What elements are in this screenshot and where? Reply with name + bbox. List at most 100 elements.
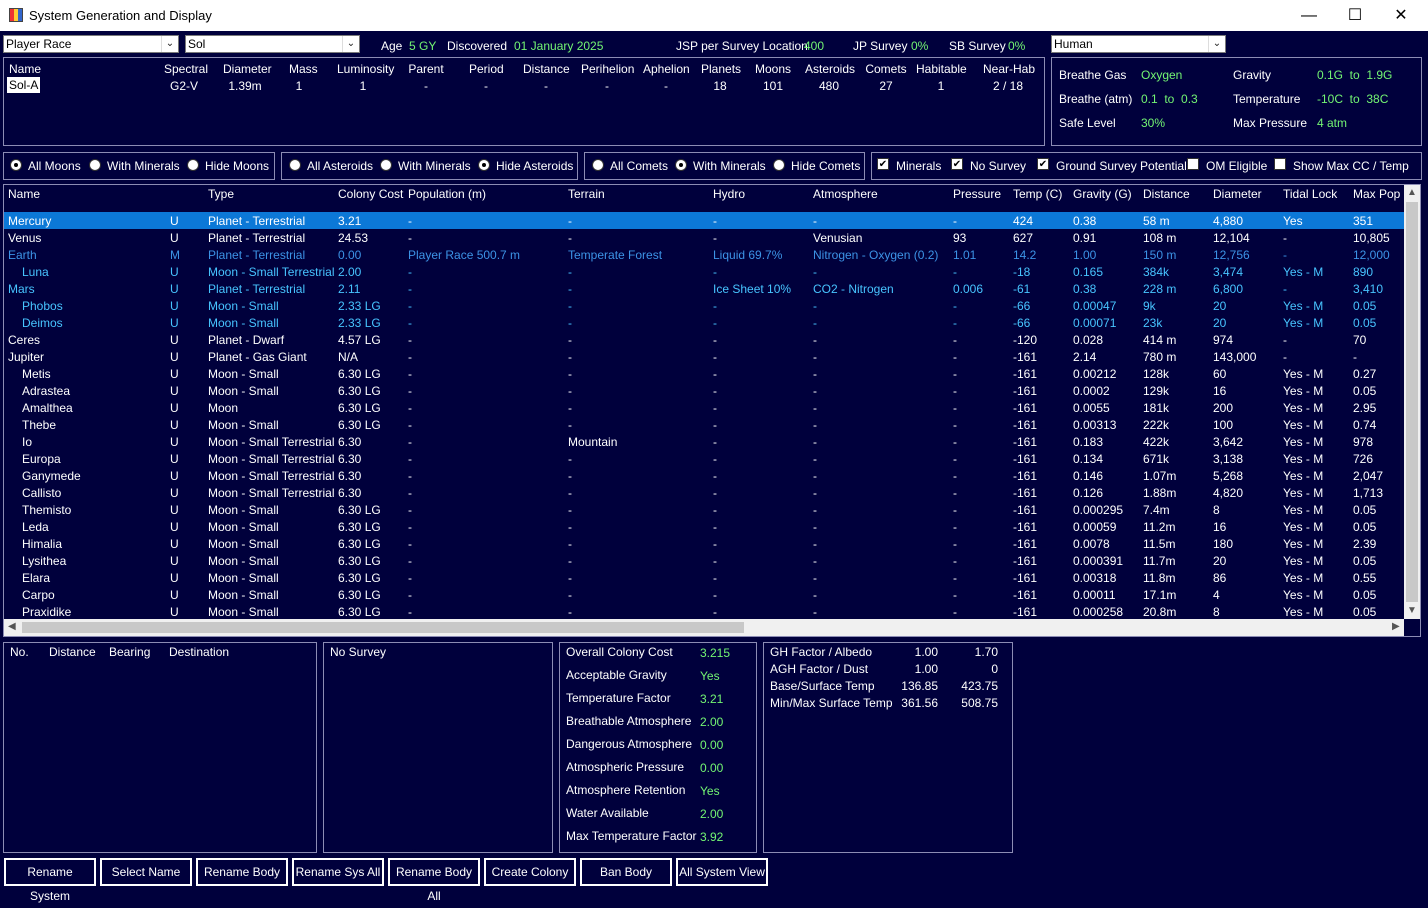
table-cell: - [813,435,817,449]
table-cell: 12,000 [1353,248,1390,262]
comets-filter-radio-2[interactable] [773,159,785,171]
moons-filter-radio-2[interactable] [187,159,199,171]
table-row[interactable]: Deimos U Moon - Small 2.33 LG - - - - - -66 0.0007… [4,314,1404,331]
table-row[interactable]: Elara U Moon - Small 6.30 LG - - - - - -161 0.0031… [4,569,1404,586]
minimize-button[interactable]: — [1286,0,1332,31]
table-row[interactable]: Venus U Planet - Terrestrial 24.53 - - - Venusi… [4,229,1404,246]
table-row[interactable]: Mars U Planet - Terrestrial 2.11 - - Ice Sheet… [4,280,1404,297]
table-cell: 384k [1143,265,1170,279]
table-row[interactable]: Europa U Moon - Small Terrestrial 6.30 - - - - -… [4,450,1404,467]
table-cell: - [813,299,817,313]
table-column-header[interactable]: Atmosphere [813,187,878,201]
close-button[interactable]: ✕ [1378,0,1424,31]
table-cell: 150 m [1143,248,1177,262]
table-column-header[interactable]: Colony Cost [338,187,403,201]
ban-body-button[interactable]: Ban Body [580,858,672,886]
comets-filter-radio-1[interactable] [675,159,687,171]
chevron-left-icon[interactable]: ◀ [8,621,16,632]
moons-filter-radio-0[interactable] [10,159,22,171]
table-row[interactable]: Lysithea U Moon - Small 6.30 LG - - - - - -161 0.0… [4,552,1404,569]
table-row[interactable]: Ceres U Planet - Dwarf 4.57 LG - - - - - -120 0.02… [4,331,1404,348]
breathe-gas-value: Oxygen [1141,68,1183,82]
filter-checkbox-1[interactable]: ✔ [951,158,963,170]
asteroids-filter-radio-0[interactable] [289,159,301,171]
filter-checkbox-3[interactable] [1187,158,1199,170]
table-row[interactable]: Callisto U Moon - Small Terrestrial 6.30 - - -… [4,484,1404,501]
table-cell: Temperate Forest [568,248,663,262]
table-row[interactable]: Carpo U Moon - Small 6.30 LG - - - - - -161 0.0001… [4,586,1404,603]
vertical-scrollbar[interactable]: ▲ ▼ [1404,185,1420,619]
table-column-header[interactable]: Terrain [568,187,605,201]
chevron-down-icon[interactable]: ▼ [1407,605,1417,616]
horizontal-scrollbar[interactable]: ◀ ▶ [4,619,1404,636]
comets-filter-radio-0[interactable] [592,159,604,171]
asteroids-filter-radio-1[interactable] [380,159,392,171]
all-system-view-button[interactable]: All System View [676,858,768,886]
filter-checkbox-label-2: Ground Survey Potential [1056,159,1187,173]
table-cell: - [1283,333,1287,347]
asteroids-filter-radio-2[interactable] [478,159,490,171]
rename-body-all-button[interactable]: Rename Body All [388,858,480,903]
table-column-header[interactable]: Type [208,187,234,201]
maximize-button[interactable]: ☐ [1332,0,1378,31]
table-column-header[interactable]: Name [8,187,40,201]
create-colony-button[interactable]: Create Colony [484,858,576,886]
star-info-panel: Name Spectral Diameter Mass Luminosity Parent… [3,57,1045,146]
filter-checkbox-0[interactable]: ✔ [877,158,889,170]
table-row[interactable]: Jupiter U Planet - Gas Giant N/A - - - - - -161 2.… [4,348,1404,365]
system-bodies-table[interactable]: Name Type Colony Cost Population (m) Terrain… [3,184,1421,637]
star-col-value: - [605,79,609,93]
select-name-button[interactable]: Select Name [100,858,192,886]
table-row[interactable]: Adrastea U Moon - Small 6.30 LG - - - - - -161 0.0… [4,382,1404,399]
table-row[interactable]: Himalia U Moon - Small 6.30 LG - - - - - -161 0.00… [4,535,1404,552]
table-cell: -161 [1013,350,1038,364]
table-cell: 0.00313 [1073,418,1117,432]
table-column-header[interactable]: Diameter [1213,187,1262,201]
chevron-up-icon[interactable]: ▲ [1407,187,1417,198]
table-row[interactable]: Mercury U Planet - Terrestrial 3.21 - - - - - 424… [4,212,1404,229]
table-column-header[interactable]: Pressure [953,187,1001,201]
rename-system-button[interactable]: Rename System [4,858,96,903]
table-column-header[interactable]: Distance [1143,187,1190,201]
table-column-header[interactable]: Max Pop [1353,187,1400,201]
table-column-header[interactable]: Population (m) [408,187,486,201]
table-row[interactable]: Luna U Moon - Small Terrestrial 2.00 - - - - - -1… [4,263,1404,280]
table-row[interactable]: Amalthea U Moon 6.30 LG - - - - - -161 0.0055 181k 2… [4,399,1404,416]
table-row[interactable]: Phobos U Moon - Small 2.33 LG - - - - - -66 0.0004… [4,297,1404,314]
system-select[interactable]: Sol ⌄ [185,35,360,53]
vertical-scroll-thumb[interactable] [1406,202,1418,602]
star-name-field[interactable]: Sol-A [7,77,41,93]
rename-sys-all-button[interactable]: Rename Sys All [292,858,384,886]
temp-factor-value-a: 1.00 [914,645,938,659]
table-cell: Callisto [22,486,62,500]
table-row[interactable]: Thebe U Moon - Small 6.30 LG - - - - - -161 0.0031… [4,416,1404,433]
table-row[interactable]: Praxidike U Moon - Small 6.30 LG - - - - - -161 0.… [4,603,1404,620]
table-column-header[interactable]: Gravity (G) [1073,187,1132,201]
table-column-header[interactable]: Temp (C) [1013,187,1062,201]
species-select[interactable]: Human ⌄ [1051,35,1226,53]
chevron-right-icon[interactable]: ▶ [1392,621,1400,632]
table-row[interactable]: Ganymede U Moon - Small Terrestrial 6.30 - - -… [4,467,1404,484]
race-select[interactable]: Player Race ⌄ [3,35,179,53]
table-row[interactable]: Leda U Moon - Small 6.30 LG - - - - - -161 0.00059… [4,518,1404,535]
table-cell: Yes - M [1283,554,1324,568]
table-column-header[interactable]: Hydro [713,187,745,201]
horizontal-scroll-thumb[interactable] [22,622,744,633]
table-cell: 10,805 [1353,231,1390,245]
table-cell: - [953,418,957,432]
rename-body-button[interactable]: Rename Body [196,858,288,886]
table-row[interactable]: Metis U Moon - Small 6.30 LG - - - - - -161 0.0021… [4,365,1404,382]
table-cell: - [813,452,817,466]
table-cell: - [953,265,957,279]
moons-filter-radio-1[interactable] [89,159,101,171]
table-cell: - [408,418,412,432]
table-row[interactable]: Earth M Planet - Terrestrial 0.00 Player Rac… [4,246,1404,263]
table-row[interactable]: Themisto U Moon - Small 6.30 LG - - - - - -161 0.0… [4,501,1404,518]
star-col-header: Luminosity [337,62,395,76]
table-cell: -161 [1013,486,1038,500]
filter-checkbox-4[interactable] [1274,158,1286,170]
table-column-header[interactable]: Tidal Lock [1283,187,1337,201]
filter-checkbox-2[interactable]: ✔ [1037,158,1049,170]
table-cell: - [953,571,957,585]
table-row[interactable]: Io U Moon - Small Terrestrial 6.30 - Mountain… [4,433,1404,450]
